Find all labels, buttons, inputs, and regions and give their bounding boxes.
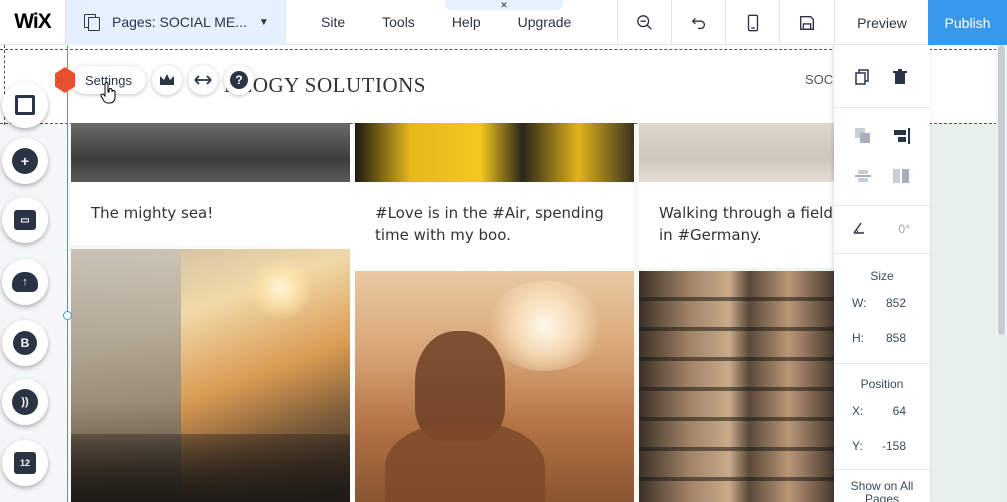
height-key: H: xyxy=(852,331,864,345)
menu-site[interactable]: Site xyxy=(321,14,345,30)
gallery-photo-sea[interactable] xyxy=(71,123,350,182)
distribute-button[interactable] xyxy=(854,167,872,190)
delete-button[interactable] xyxy=(892,69,908,90)
match-size-button[interactable] xyxy=(892,167,910,190)
bookings-button[interactable]: 12 xyxy=(2,440,48,486)
help-icon: ? xyxy=(229,71,248,89)
app-market-icon: ▭ xyxy=(14,210,36,230)
rotation-value[interactable]: 0° xyxy=(899,222,910,236)
collapse-topbar-tab[interactable]: ✕ xyxy=(445,0,563,10)
undo-icon xyxy=(691,17,705,29)
gallery-caption: The mighty sea! xyxy=(91,204,214,222)
stretch-button[interactable] xyxy=(187,65,218,95)
menu-upgrade[interactable]: Upgrade xyxy=(518,14,572,30)
menus-pages-button[interactable] xyxy=(2,82,48,128)
resize-handle[interactable] xyxy=(63,311,72,320)
editor-topbar: WiX Pages: SOCIAL ME... ▼ Site Tools Hel… xyxy=(0,0,1007,45)
upload-icon: ↑ xyxy=(12,272,38,292)
design-button[interactable] xyxy=(151,65,182,95)
panel-divider xyxy=(834,107,930,108)
chat-button[interactable]: )) xyxy=(2,379,48,425)
x-input[interactable]: 64 xyxy=(893,404,906,418)
copy-icon xyxy=(855,69,869,85)
save-icon xyxy=(799,15,814,30)
x-key: X: xyxy=(852,404,864,418)
panel-divider xyxy=(834,253,930,254)
trash-icon xyxy=(893,69,907,84)
arrange-button[interactable] xyxy=(854,127,872,150)
scrollbar-thumb[interactable] xyxy=(998,45,1005,335)
pages-icon xyxy=(84,14,100,31)
wix-logo[interactable]: WiX xyxy=(0,0,66,45)
match-size-icon xyxy=(893,169,909,183)
cursor-hand-icon xyxy=(100,82,116,109)
gallery-photo-city-street[interactable] xyxy=(71,249,350,502)
preview-button[interactable]: Preview xyxy=(834,0,929,45)
rotate-angle-icon xyxy=(852,221,866,240)
height-input[interactable]: 858 xyxy=(886,331,906,345)
component-badge-icon[interactable] xyxy=(55,67,75,93)
gallery-photo-balconies[interactable] xyxy=(639,271,839,502)
pages-dropdown[interactable]: Pages: SOCIAL ME... ▼ xyxy=(66,0,286,45)
gallery-photo-sand[interactable] xyxy=(639,123,839,182)
align-button[interactable] xyxy=(892,127,910,150)
arrange-icon xyxy=(855,128,870,143)
chat-icon: )) xyxy=(12,389,38,415)
width-key: W: xyxy=(852,296,867,310)
selection-outline xyxy=(67,45,68,502)
gallery-photo-couple[interactable] xyxy=(355,123,634,182)
stretch-icon xyxy=(194,75,212,85)
panel-divider xyxy=(834,469,930,470)
zoom-out-button[interactable] xyxy=(617,0,671,45)
help-button[interactable]: ? xyxy=(223,65,254,95)
site-title-part: LOGY SOLUTIONS xyxy=(239,73,426,97)
align-right-icon xyxy=(894,128,910,144)
panel-divider xyxy=(834,363,930,364)
app-market-button[interactable]: ▭ xyxy=(2,197,48,243)
distribute-icon xyxy=(855,170,871,182)
crown-icon xyxy=(159,74,174,85)
save-button[interactable] xyxy=(779,0,833,45)
menus-pages-icon xyxy=(15,95,35,115)
menu-help[interactable]: Help xyxy=(452,14,481,30)
chevron-down-icon: ▼ xyxy=(258,16,269,28)
publish-button[interactable]: Publish xyxy=(928,0,1007,45)
close-icon: ✕ xyxy=(500,0,508,10)
gallery-caption: #Love is in the #Air, spending time with… xyxy=(375,204,604,244)
topbar-tools xyxy=(617,0,833,45)
add-button[interactable]: + xyxy=(2,138,48,184)
zoom-out-icon xyxy=(636,14,652,30)
blog-icon: B xyxy=(13,331,37,355)
undo-button[interactable] xyxy=(671,0,725,45)
gallery-photo-sunset-woman[interactable] xyxy=(355,271,634,502)
show-on-all-pages-toggle[interactable]: Show on All Pages xyxy=(834,480,930,502)
bookings-icon: 12 xyxy=(14,452,36,474)
y-key: Y: xyxy=(852,439,863,453)
panel-divider xyxy=(834,205,930,206)
mobile-view-button[interactable] xyxy=(725,0,779,45)
canvas-scrollbar[interactable] xyxy=(996,45,1007,335)
component-toolbar: Settings ? xyxy=(55,65,260,95)
mobile-icon xyxy=(747,14,758,31)
pages-dropdown-label: Pages: SOCIAL ME... xyxy=(112,14,247,30)
size-label: Size xyxy=(870,269,894,283)
copy-button[interactable] xyxy=(854,69,870,90)
add-icon: + xyxy=(12,148,38,174)
upload-button[interactable]: ↑ xyxy=(2,259,48,305)
menu-tools[interactable]: Tools xyxy=(382,14,415,30)
blog-button[interactable]: B xyxy=(2,320,48,366)
position-label: Position xyxy=(860,377,904,391)
width-input[interactable]: 852 xyxy=(886,296,906,310)
y-input[interactable]: -158 xyxy=(882,439,906,453)
inspector-panel: 0° Size W: 852 H: 858 Position X: 64 Y: … xyxy=(834,45,930,502)
